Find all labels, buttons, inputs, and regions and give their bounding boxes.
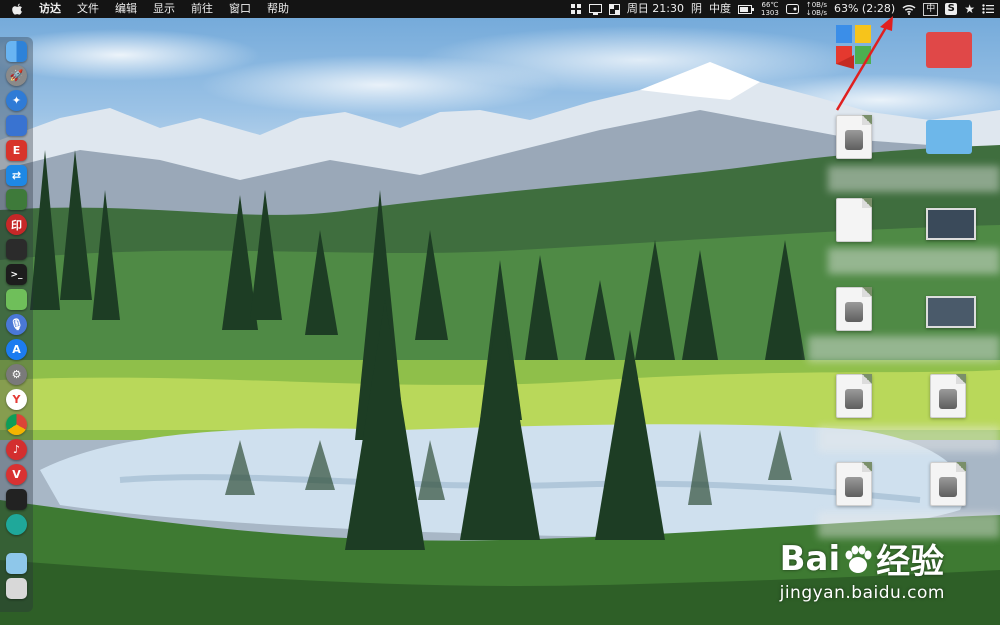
annotation-arrow (835, 16, 893, 111)
